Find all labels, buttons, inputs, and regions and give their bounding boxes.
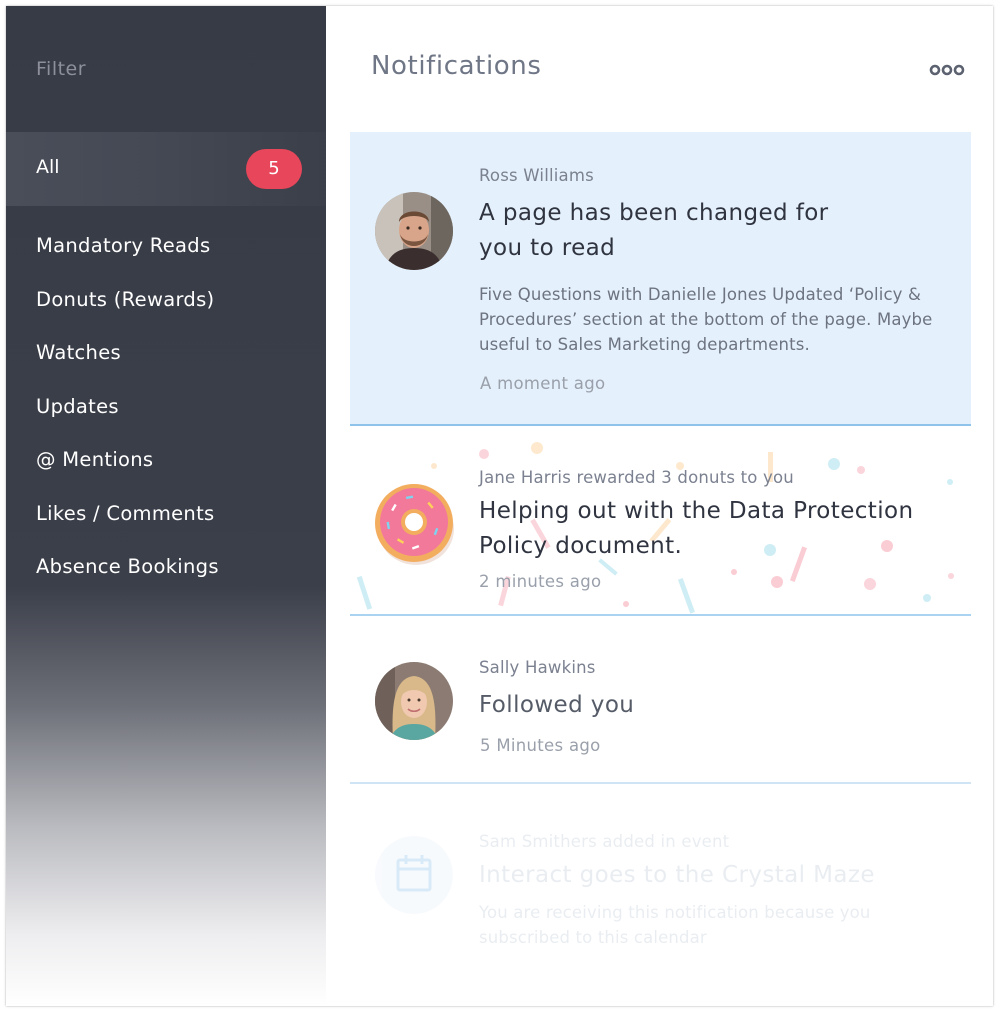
actor-name: Sally Hawkins [479, 658, 596, 677]
calendar-icon [375, 836, 453, 914]
notification-item[interactable]: Ross Williams A page has been changed fo… [350, 132, 971, 426]
actor-name: Ross Williams [479, 166, 594, 185]
sidebar-item-absence-bookings[interactable]: Absence Bookings [36, 555, 219, 609]
page-title: Notifications [371, 51, 542, 81]
sidebar-item-donuts[interactable]: Donuts (Rewards) [36, 288, 219, 342]
sidebar-item-all[interactable]: All 5 [6, 132, 326, 206]
notification-body: You are receiving this notification beca… [479, 903, 871, 947]
sidebar-item-updates[interactable]: Updates [36, 395, 219, 449]
more-horizontal-icon[interactable] [929, 63, 965, 77]
sidebar-item-mentions[interactable]: @ Mentions [36, 448, 219, 502]
filter-list: Mandatory Reads Donuts (Rewards) Watches… [36, 234, 219, 609]
avatar [375, 662, 453, 740]
notifications-window: Filter All 5 Mandatory Reads Donuts (Rew… [6, 6, 993, 1006]
notification-item[interactable]: Sally Hawkins Followed you 5 Minutes ago [350, 616, 971, 784]
notification-headline[interactable]: Helping out with the Data Protection Pol… [479, 494, 913, 564]
sidebar-item-watches[interactable]: Watches [36, 341, 219, 395]
headline-line: Helping out with the Data Protection [479, 498, 914, 524]
avatar [375, 192, 453, 270]
filter-sidebar: Filter All 5 Mandatory Reads Donuts (Rew… [6, 6, 326, 1006]
donut-icon [375, 484, 454, 565]
timestamp: A moment ago [480, 374, 606, 393]
sidebar-item-label: All [36, 156, 60, 178]
sidebar-item-likes-comments[interactable]: Likes / Comments [36, 502, 219, 556]
filter-heading: Filter [36, 58, 87, 80]
notification-body: Five Questions with Danielle Jones Updat… [479, 285, 933, 354]
actor-name: Jane Harris rewarded 3 donuts to you [479, 468, 794, 487]
notification-item[interactable]: Jane Harris rewarded 3 donuts to you Hel… [350, 426, 971, 616]
headline-line: you to read [479, 235, 616, 261]
notification-headline[interactable]: A page has been changed for you to read [479, 196, 829, 266]
count-badge: 5 [246, 149, 302, 189]
headline-line: A page has been changed for [479, 200, 829, 226]
actor-name: Sam Smithers added in event [479, 832, 730, 851]
timestamp: 5 Minutes ago [480, 736, 601, 755]
notifications-panel: Notifications Ross Williams A page has b… [326, 6, 993, 1006]
timestamp: 2 minutes ago [479, 572, 602, 591]
headline-line: Policy document. [479, 533, 683, 559]
notification-item[interactable]: Sam Smithers added in event Interact goe… [350, 784, 971, 1006]
notification-headline[interactable]: Interact goes to the Crystal Maze [479, 858, 875, 893]
notification-headline[interactable]: Followed you [479, 688, 634, 723]
sidebar-item-mandatory-reads[interactable]: Mandatory Reads [36, 234, 219, 288]
